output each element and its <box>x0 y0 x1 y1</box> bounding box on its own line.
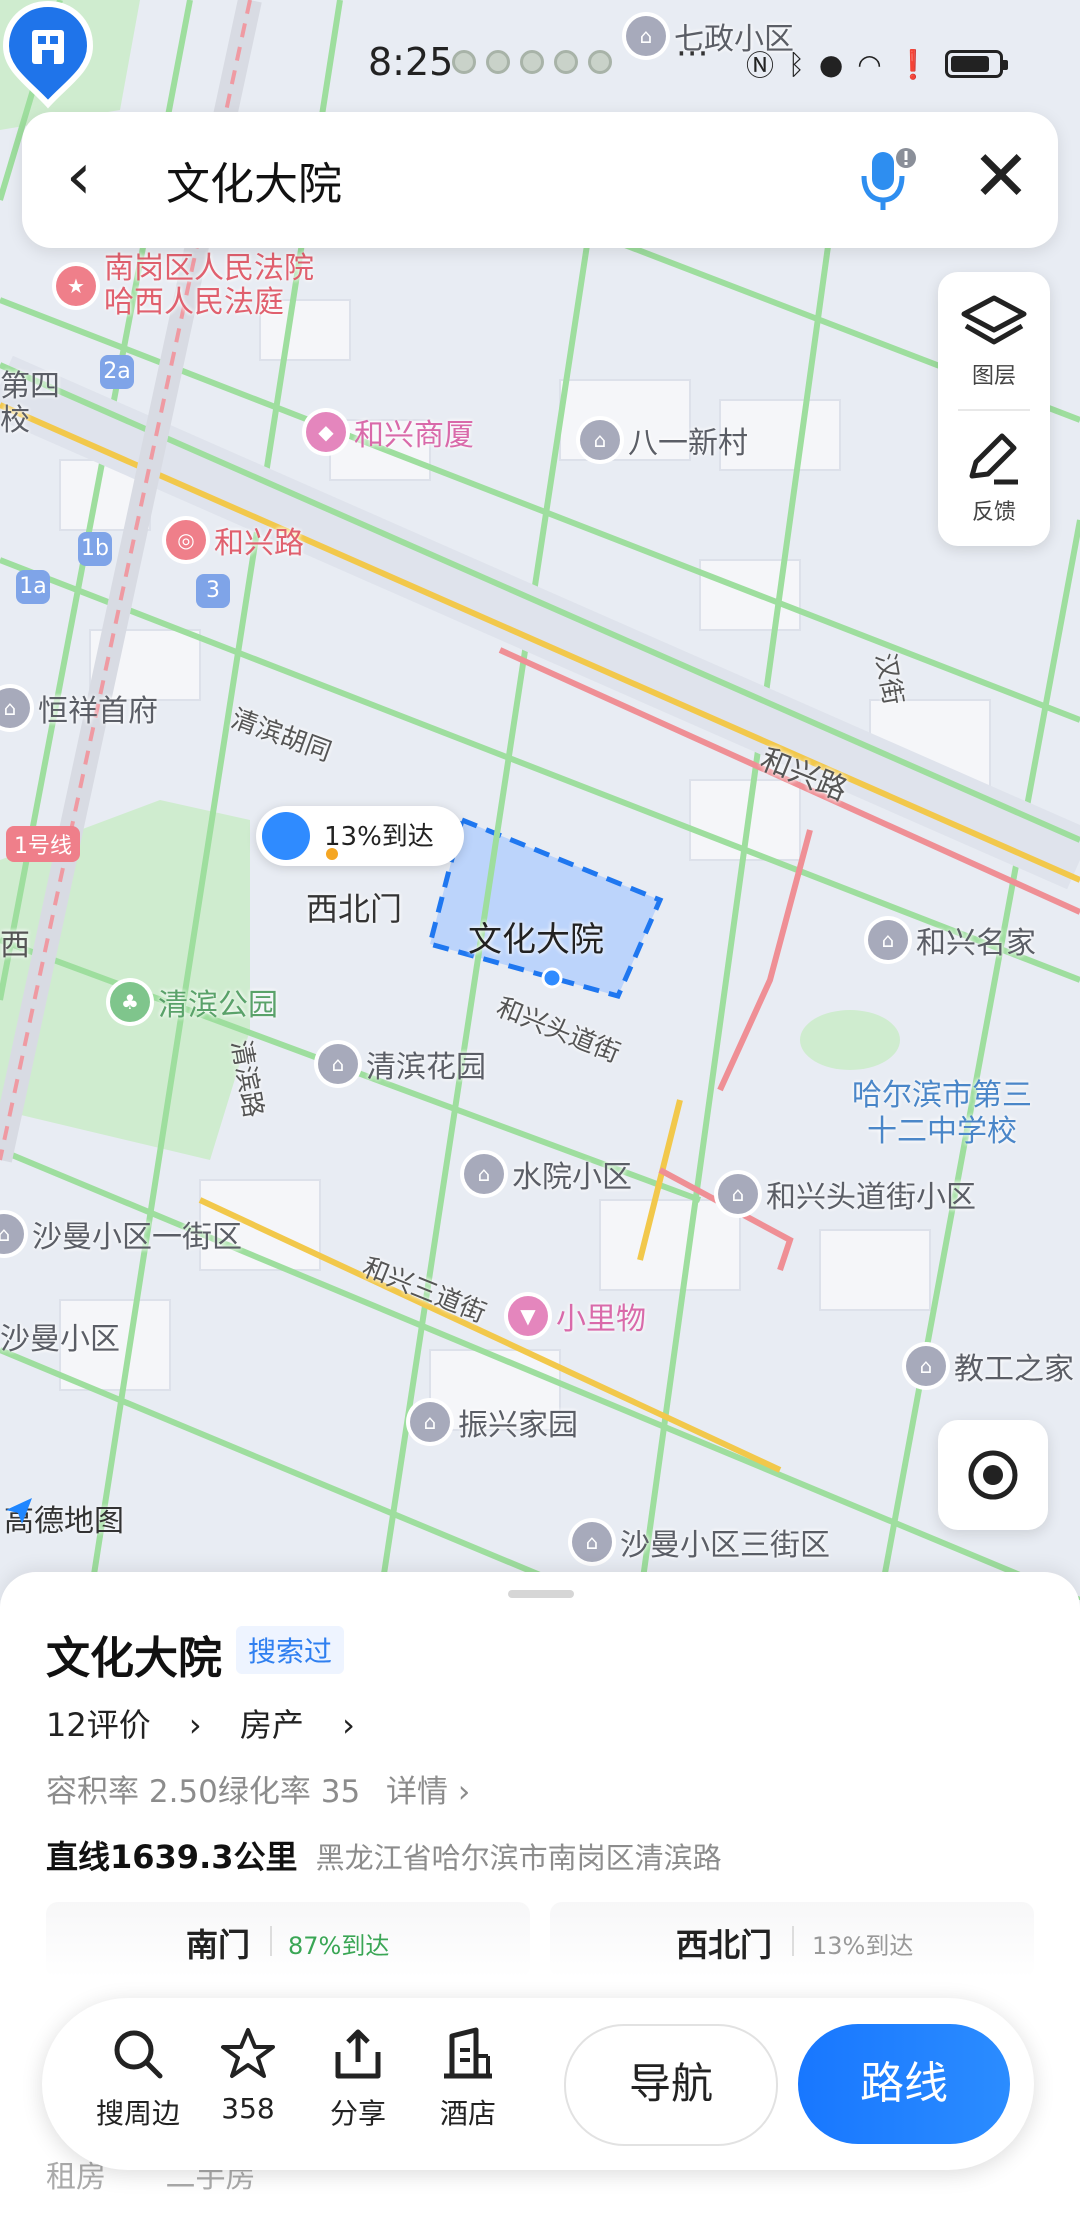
star-icon: ★ <box>56 266 96 306</box>
alert-icon: ❗ <box>895 47 931 81</box>
share-icon <box>335 2029 381 2079</box>
metro-icon: ◎ <box>166 520 206 560</box>
feedback-button[interactable]: 反馈 <box>938 430 1050 526</box>
locate-me-button[interactable] <box>938 1420 1048 1530</box>
nfc-icon: Ⓝ <box>746 49 775 82</box>
poi-school[interactable]: 哈尔滨市第三 十二中学校 <box>852 1078 1032 1150</box>
shopping-bag-icon: ◆ <box>306 412 346 452</box>
metro-line-badge: 1号线 <box>6 826 80 862</box>
shirt-icon: ▼ <box>508 1296 548 1336</box>
divider <box>958 409 1030 411</box>
status-bar: 8:25 ··· Ⓝ ᛒ ● ◠ ❗ <box>0 34 1080 90</box>
review-property-row: 12评价 › 房产 › <box>46 1700 383 1746</box>
poi-shaman[interactable]: 沙曼小区 <box>0 1314 120 1358</box>
plot-ratio-row: 容积率 2.50绿化率 35 详情 › <box>46 1774 471 1810</box>
poi-bayi[interactable]: ⌂ 八一新村 <box>580 418 748 462</box>
gate-icon <box>262 812 310 860</box>
more-notifications: ··· <box>676 34 709 74</box>
poi-jiaogong[interactable]: ⌂ 教工之家 <box>906 1344 1074 1388</box>
poi-qingbin-park[interactable]: ♣ 清滨公园 <box>110 980 278 1024</box>
distance-address-row: 直线1639.3公里 黑龙江省哈尔滨市南岗区清滨路 <box>46 1838 722 1876</box>
share-button[interactable]: 分享 <box>308 2026 408 2132</box>
place-title: 文化大院 <box>46 1633 222 1684</box>
close-icon[interactable]: ✕ <box>966 140 1036 212</box>
search-bar[interactable]: ‹ 文化大院 ✕ <box>22 112 1058 248</box>
map-side-tools: 图层 反馈 <box>938 272 1050 546</box>
building-icon: ⌂ <box>0 688 30 728</box>
location-icon: ● <box>818 47 844 81</box>
poi-shuiyuan[interactable]: ⌂ 水院小区 <box>464 1152 632 1196</box>
searched-tag: 搜索过 <box>236 1626 345 1674</box>
star-icon <box>221 2028 275 2078</box>
building-icon: ⌂ <box>572 1522 612 1562</box>
amap-logo-icon <box>6 1498 32 1524</box>
tree-icon: ♣ <box>110 982 150 1022</box>
building-icon: ⌂ <box>906 1346 946 1386</box>
layers-icon <box>961 295 1027 345</box>
notification-icons <box>452 50 612 74</box>
building-icon: ⌂ <box>464 1154 504 1194</box>
poi-court[interactable]: ★ 南岗区人民法院 哈西人民法庭 <box>56 252 314 320</box>
building-icon: ⌂ <box>410 1402 450 1442</box>
selected-place-label: 文化大院 <box>468 920 604 960</box>
road-badge-3: 3 <box>196 574 230 608</box>
poi-disi[interactable]: 第四校 <box>0 370 60 438</box>
hotel-button[interactable]: 酒店 <box>418 2026 518 2132</box>
status-time: 8:25 <box>368 40 454 84</box>
poi-hexing-mingjia[interactable]: ⌂ 和兴名家 <box>868 918 1036 962</box>
system-icons: Ⓝ ᛒ ● ◠ ❗ <box>746 44 1008 84</box>
favorite-button[interactable]: 358 <box>198 2026 298 2125</box>
gate-bubble-northwest[interactable]: 13%到达 <box>256 806 464 866</box>
poi-qingbin-garden[interactable]: ⌂ 清滨花园 <box>318 1042 486 1086</box>
road-label-xi: 西 <box>0 928 30 963</box>
road-badge-1b: 1b <box>78 532 112 566</box>
building-icon: ⌂ <box>718 1174 758 1214</box>
detail-link[interactable]: 详情 › <box>386 1774 470 1810</box>
gate-card-northwest[interactable]: 西北门 13%到达 <box>550 1902 1034 1978</box>
battery-icon <box>944 50 1008 78</box>
property-link[interactable]: 房产 › <box>240 1706 355 1744</box>
route-button[interactable]: 路线 <box>798 2024 1010 2144</box>
road-badge-2a: 2a <box>100 355 134 389</box>
gate-card-south[interactable]: 南门 87%到达 <box>46 1902 530 1978</box>
building-icon: ⌂ <box>868 920 908 960</box>
layers-button[interactable]: 图层 <box>938 294 1050 390</box>
poi-hengxiang[interactable]: ⌂ 恒祥首府 <box>0 686 158 730</box>
poi-hexing-mall[interactable]: ◆ 和兴商厦 <box>306 410 474 454</box>
hotel-icon <box>444 2027 492 2079</box>
road-badge-1a: 1a <box>16 570 50 604</box>
microphone-icon[interactable] <box>858 146 918 216</box>
edit-pen-icon <box>969 433 1018 485</box>
action-bar: 搜周边 358 分享 酒店 导航 路线 <box>42 1998 1034 2170</box>
poi-hexing-toudao-xiaoqu[interactable]: ⌂ 和兴头道街小区 <box>718 1172 976 1216</box>
building-icon: ⌂ <box>318 1044 358 1084</box>
status-dot <box>326 848 338 860</box>
poi-xiaoliwu[interactable]: ▼ 小里物 <box>508 1294 646 1338</box>
gate-label-northwest: 西北门 <box>306 890 403 928</box>
poi-zhenxing[interactable]: ⌂ 振兴家园 <box>410 1400 578 1444</box>
poi-shaman-3[interactable]: ⌂ 沙曼小区三街区 <box>572 1520 830 1564</box>
poi-hexinglu-metro[interactable]: ◎ 和兴路 <box>166 518 304 562</box>
reviews-link[interactable]: 12评价 › <box>46 1706 202 1744</box>
drag-handle[interactable] <box>508 1590 574 1598</box>
map-brand: 高德地图 <box>4 1496 124 1540</box>
search-icon <box>114 2030 163 2079</box>
target-icon <box>968 1450 1018 1500</box>
poi-shaman-1[interactable]: ⌂ 沙曼小区一街区 <box>0 1212 242 1256</box>
back-arrow-icon[interactable]: ‹ <box>66 144 136 214</box>
bluetooth-icon: ᛒ <box>788 47 805 81</box>
wifi-icon: ◠ <box>857 47 882 81</box>
search-query[interactable]: 文化大院 <box>166 148 342 212</box>
navigate-button[interactable]: 导航 <box>564 2024 778 2146</box>
search-nearby-button[interactable]: 搜周边 <box>88 2026 188 2132</box>
building-icon: ⌂ <box>0 1214 24 1254</box>
building-icon: ⌂ <box>580 420 620 460</box>
